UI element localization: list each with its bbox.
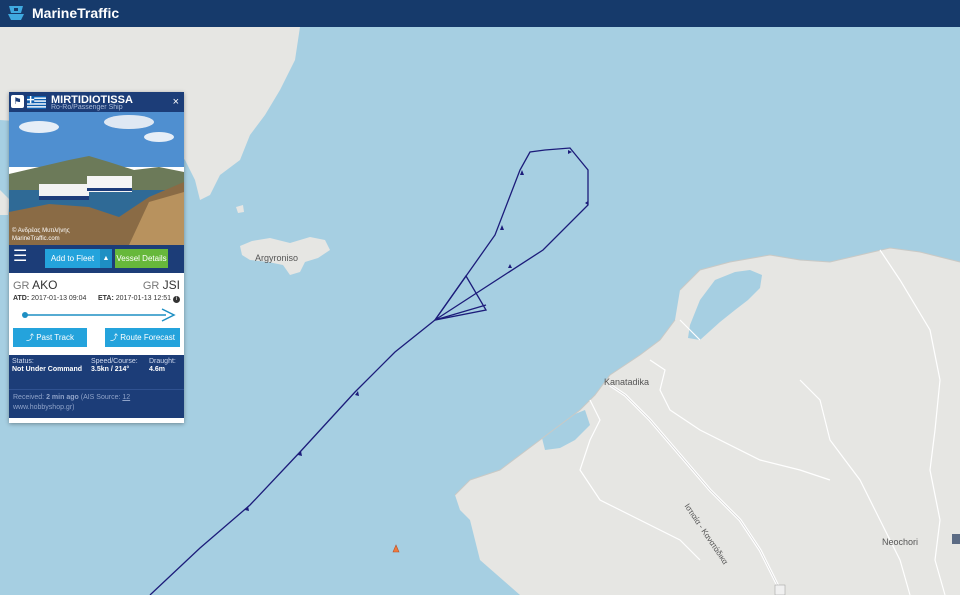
brand-logo[interactable]: MarineTraffic [6, 3, 119, 23]
atd: ATD: 2017-01-13 09:04 [13, 295, 86, 302]
departure-port[interactable]: GR AKO [13, 278, 58, 292]
destination-country: GR [142, 280, 160, 292]
ais-prefix: (AIS Source: [80, 394, 121, 401]
departure-country: GR [13, 280, 30, 292]
forecast-icon: ⤴ [110, 333, 119, 342]
past-track-button[interactable]: ⤴ Past Track [13, 328, 87, 347]
add-to-fleet-button[interactable]: Add to Fleet [45, 249, 100, 268]
vessel-type-icon: ⚑ [11, 95, 24, 108]
vessel-details-button[interactable]: Vessel Details [115, 249, 168, 268]
info-icon[interactable]: i [173, 296, 180, 303]
greece-flag-icon [27, 96, 46, 109]
track-icon: ⤴ [25, 333, 34, 342]
eta: ETA: 2017-01-13 12:51 i [98, 295, 180, 303]
draught-label: Draught: [149, 358, 176, 365]
place-argyroniso: Argyroniso [255, 253, 299, 263]
voyage-info: GR AKO GR JSI ATD: 2017-01-13 09:04 ETA:… [9, 273, 184, 322]
top-bar: MarineTraffic [0, 0, 960, 28]
eta-value: 2017-01-13 12:51 [115, 295, 172, 302]
vessel-status: Status: Not Under Command Speed/Course: … [9, 355, 184, 389]
voyage-progress-bar [22, 308, 176, 322]
status-value: Not Under Command [12, 366, 82, 373]
received-label: Received: [13, 394, 45, 401]
place-neochori: Neochori [882, 537, 919, 547]
speed-col: Speed/Course: 3.5kn / 214° [91, 358, 138, 374]
road-marker-icon [774, 584, 786, 595]
photo-credit-site: MarineTraffic.com [12, 236, 60, 242]
atd-label: ATD: [13, 295, 30, 302]
track-buttons: ⤴ Past Track ⤴ Route Forecast [9, 321, 184, 355]
draught-col: Draught: 4.6m [149, 358, 176, 374]
vessel-photo[interactable]: © Ανδρέας Μυτιλήνης MarineTraffic.com [9, 112, 184, 245]
route-forecast-label: Route Forecast [120, 333, 175, 342]
vessel-info-panel: ⚑ MIRTIDIOTISSA Ro-Ro/Passenger Ship × ©… [9, 92, 184, 423]
ais-source: www.hobbyshop.gr) [13, 404, 75, 411]
photo-credit-author: © Ανδρέας Μυτιλήνης [12, 228, 70, 234]
status-label: Status: [12, 358, 34, 365]
vessel-header: ⚑ MIRTIDIOTISSA Ro-Ro/Passenger Ship × [9, 92, 184, 112]
speed-label: Speed/Course: [91, 358, 138, 365]
draught-value: 4.6m [149, 366, 165, 373]
departure-code: AKO [32, 278, 58, 292]
past-track-label: Past Track [36, 333, 75, 342]
vessel-type: Ro-Ro/Passenger Ship [51, 104, 123, 111]
received-info: Received: 2 min ago (AIS Source: 12 www.… [9, 389, 184, 418]
photo-credit: © Ανδρέας Μυτιλήνης MarineTraffic.com [12, 227, 70, 243]
destination-code: JSI [162, 278, 180, 292]
vessel-actions: ☰ Add to Fleet ▲ Vessel Details [9, 245, 184, 273]
map-shield-icon [952, 534, 960, 544]
place-kanatadika: Kanatadika [604, 377, 650, 387]
ship-logo-icon [8, 6, 24, 20]
ais-source-link[interactable]: 12 [122, 394, 130, 401]
atd-value: 2017-01-13 09:04 [31, 295, 87, 302]
close-button[interactable]: × [173, 96, 179, 108]
destination-port[interactable]: GR JSI [143, 278, 180, 292]
speed-value: 3.5kn / 214° [91, 366, 130, 373]
harbour-photo [9, 112, 184, 245]
eta-label: ETA: [98, 295, 114, 302]
received-value: 2 min ago [46, 394, 79, 401]
status-col: Status: Not Under Command [12, 358, 82, 374]
brand-name: MarineTraffic [32, 5, 120, 21]
route-forecast-button[interactable]: ⤴ Route Forecast [105, 328, 180, 347]
fleet-dropdown-icon[interactable]: ▲ [100, 249, 112, 268]
menu-icon[interactable]: ☰ [13, 249, 29, 265]
